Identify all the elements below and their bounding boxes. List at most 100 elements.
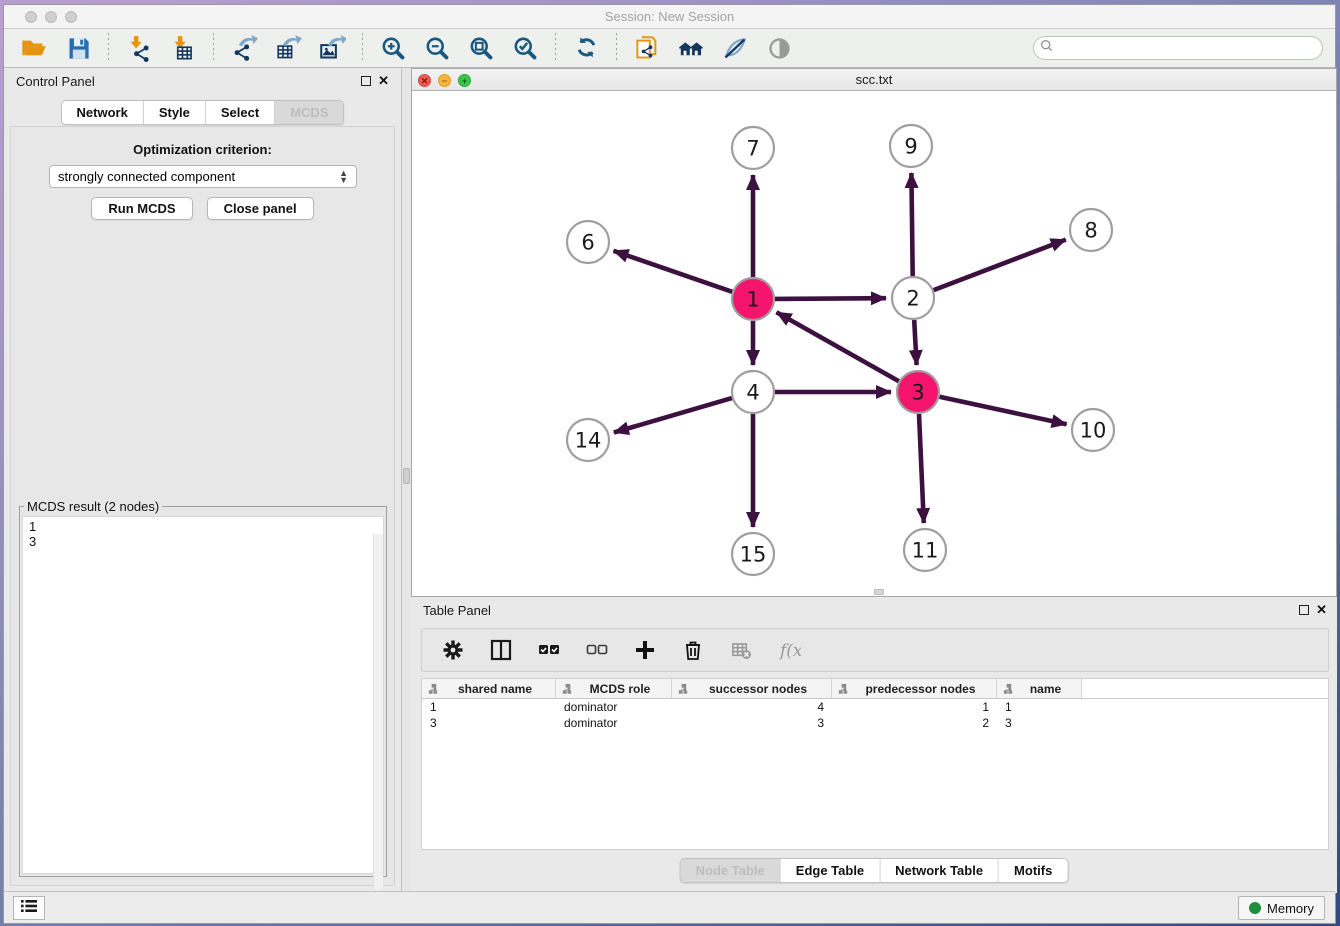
clone-network-icon[interactable]	[632, 33, 662, 63]
node-15[interactable]: 15	[732, 533, 774, 575]
network-canvas[interactable]: 7 9 6 8 1 2 4 3 14 10 15 11	[412, 91, 1336, 596]
mcds-result-text[interactable]: 1 3	[22, 516, 384, 874]
svg-text:3: 3	[911, 381, 924, 405]
run-mcds-button[interactable]: Run MCDS	[91, 197, 192, 220]
table-cell: 1	[422, 699, 556, 715]
table-row[interactable]: 1dominator411	[422, 699, 1328, 715]
node-3[interactable]: 3	[897, 371, 939, 413]
edge-1-2[interactable]	[775, 298, 886, 299]
tab-network-table[interactable]: Network Table	[880, 859, 999, 882]
node-10[interactable]: 10	[1072, 409, 1114, 451]
node-1[interactable]: 1	[732, 278, 774, 320]
table-cell: dominator	[556, 715, 672, 731]
edge-2-3[interactable]	[914, 320, 916, 365]
close-table-panel-icon[interactable]: ✕	[1316, 602, 1327, 618]
edge-3-1[interactable]	[777, 312, 899, 381]
control-panel-title: Control Panel	[16, 74, 95, 89]
table-panel: Table Panel ✕ f(x) shared nameMCDS roles…	[411, 597, 1337, 893]
export-image-icon[interactable]	[317, 33, 347, 63]
column-header-name[interactable]: name	[997, 679, 1082, 698]
add-row-icon[interactable]	[632, 637, 658, 663]
optimization-criterion-label: Optimization criterion:	[11, 142, 394, 157]
zoom-selected-icon[interactable]	[510, 33, 540, 63]
svg-text:14: 14	[575, 429, 602, 453]
tab-node-table[interactable]: Node Table	[681, 859, 781, 882]
column-header-shared-name[interactable]: shared name	[422, 679, 556, 698]
save-session-icon[interactable]	[63, 33, 93, 63]
node-2[interactable]: 2	[892, 277, 934, 319]
node-8[interactable]: 8	[1070, 209, 1112, 251]
zoom-fit-icon[interactable]	[466, 33, 496, 63]
search-box[interactable]	[1033, 36, 1323, 60]
tab-style[interactable]: Style	[144, 101, 206, 124]
tab-network[interactable]: Network	[62, 101, 144, 124]
optimization-criterion-select[interactable]: strongly connected component ▲▼	[49, 165, 357, 188]
export-table-icon[interactable]	[273, 33, 303, 63]
tree-icon	[427, 683, 439, 695]
memory-button[interactable]: Memory	[1238, 896, 1325, 920]
close-panel-button[interactable]: Close panel	[207, 197, 314, 220]
svg-text:7: 7	[746, 137, 759, 161]
column-header-predecessor-nodes[interactable]: predecessor nodes	[832, 679, 997, 698]
table-row[interactable]: 3dominator323	[422, 715, 1328, 731]
mcds-panel: Optimization criterion: strongly connect…	[10, 126, 395, 886]
column-header-successor-nodes[interactable]: successor nodes	[672, 679, 832, 698]
node-11[interactable]: 11	[904, 529, 946, 571]
import-table-icon[interactable]	[168, 33, 198, 63]
zoom-out-icon[interactable]	[422, 33, 452, 63]
column-header-MCDS-role[interactable]: MCDS role	[556, 679, 672, 698]
task-history-button[interactable]	[13, 896, 45, 920]
delete-row-icon[interactable]	[680, 637, 706, 663]
edge-1-6[interactable]	[614, 251, 733, 292]
import-network-icon[interactable]	[124, 33, 154, 63]
svg-text:2: 2	[906, 287, 919, 311]
edge-2-8[interactable]	[934, 240, 1066, 291]
svg-text:10: 10	[1080, 419, 1107, 443]
export-network-icon[interactable]	[229, 33, 259, 63]
table-cell: 3	[422, 715, 556, 731]
node-6[interactable]: 6	[567, 221, 609, 263]
edge-3-10[interactable]	[940, 397, 1067, 425]
search-input[interactable]	[1054, 39, 1322, 57]
node-9[interactable]: 9	[890, 125, 932, 167]
tab-mcds[interactable]: MCDS	[275, 101, 343, 124]
list-icon	[21, 899, 37, 918]
node-7[interactable]: 7	[732, 127, 774, 169]
svg-text:f(x): f(x)	[778, 641, 801, 661]
mcds-result-scrollbar[interactable]	[373, 534, 383, 890]
float-table-panel-icon[interactable]	[1299, 605, 1309, 615]
status-bar: Memory	[4, 891, 1335, 923]
gear-icon[interactable]	[440, 637, 466, 663]
destroy-table-icon	[728, 637, 754, 663]
tab-edge-table[interactable]: Edge Table	[781, 859, 880, 882]
close-panel-icon[interactable]: ✕	[378, 73, 389, 89]
deselect-all-icon[interactable]	[584, 637, 610, 663]
node-14[interactable]: 14	[567, 419, 609, 461]
select-all-icon[interactable]	[536, 637, 562, 663]
edge-4-14[interactable]	[614, 398, 732, 432]
function-builder-icon: f(x)	[776, 637, 802, 663]
table-cell: 1	[997, 699, 1082, 715]
table-cell: 4	[672, 699, 832, 715]
first-neighbors-icon[interactable]	[676, 33, 706, 63]
tab-select[interactable]: Select	[206, 101, 275, 124]
float-panel-icon[interactable]	[361, 76, 371, 86]
svg-text:1: 1	[746, 288, 759, 312]
edge-3-11[interactable]	[919, 414, 924, 523]
hide-details-icon[interactable]	[720, 33, 750, 63]
network-view-titlebar: ✕ − + scc.txt	[412, 69, 1336, 91]
network-splitter-grip[interactable]	[874, 589, 884, 595]
zoom-in-icon[interactable]	[378, 33, 408, 63]
refresh-layout-icon[interactable]	[571, 33, 601, 63]
tab-motifs[interactable]: Motifs	[999, 859, 1067, 882]
splitter-grip[interactable]	[403, 468, 410, 484]
node-table: shared nameMCDS rolesuccessor nodesprede…	[421, 678, 1329, 850]
node-4[interactable]: 4	[732, 371, 774, 413]
show-details-icon[interactable]	[764, 33, 794, 63]
table-cell: 3	[672, 715, 832, 731]
open-file-icon[interactable]	[19, 33, 49, 63]
edge-2-9[interactable]	[911, 173, 912, 276]
control-panel-header: Control Panel ✕	[4, 68, 401, 94]
network-view-title: scc.txt	[412, 72, 1336, 87]
split-columns-icon[interactable]	[488, 637, 514, 663]
